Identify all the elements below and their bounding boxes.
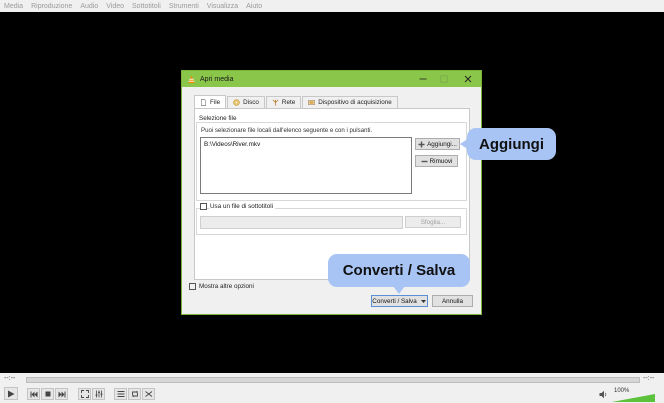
remove-file-button[interactable]: Rimuovi [415, 155, 458, 167]
close-button[interactable] [456, 71, 480, 87]
subtitles-browse-button: Sfoglia... [405, 216, 461, 228]
menu-view[interactable]: Visualizza [203, 3, 242, 10]
menu-subtitles[interactable]: Sottotitoli [128, 3, 165, 10]
menu-audio[interactable]: Audio [76, 3, 102, 10]
callout-add: Aggiungi [467, 128, 556, 160]
subtitles-checkbox[interactable] [200, 203, 207, 210]
menu-media[interactable]: Media [0, 3, 27, 10]
dropdown-arrow-icon [420, 299, 426, 303]
previous-button[interactable] [27, 388, 40, 400]
convert-save-button[interactable]: Converti / Salva [371, 295, 428, 307]
menu-tools[interactable]: Strumenti [165, 3, 203, 10]
plus-icon [418, 141, 425, 147]
stop-button[interactable] [41, 388, 54, 400]
subtitles-path-field [200, 216, 403, 229]
maximize-button[interactable] [432, 71, 456, 87]
show-more-options-checkbox[interactable] [189, 283, 196, 290]
fullscreen-icon [80, 390, 89, 398]
play-icon [8, 390, 15, 397]
tab-disc[interactable]: Disco [227, 96, 265, 108]
fullscreen-button[interactable] [78, 388, 91, 400]
file-list[interactable]: B:\Videos\River.mkv [200, 137, 412, 194]
playlist-icon [117, 391, 124, 397]
file-selection-label: Selezione file [199, 115, 237, 122]
dialog-titlebar[interactable]: Apri media [182, 71, 481, 87]
loop-icon [131, 390, 138, 398]
tab-file-label: File [210, 98, 221, 106]
add-file-button[interactable]: Aggiungi... [415, 138, 460, 150]
capture-device-icon [308, 100, 316, 105]
seek-bar-row: --:-- --:-- [0, 373, 664, 385]
cancel-label: Annulla [441, 297, 463, 305]
callout-add-text: Aggiungi [479, 135, 544, 153]
show-more-options-label: Mostra altre opzioni [199, 283, 254, 290]
callout-add-pointer [460, 138, 469, 150]
close-icon [464, 75, 472, 83]
minus-icon [421, 160, 428, 162]
file-selection-description: Puoi selezionare file locali dall'elenco… [201, 127, 373, 134]
play-button[interactable] [4, 387, 18, 400]
tab-capture-device[interactable]: Dispositivo di acquisizione [302, 96, 398, 108]
tab-capture-device-label: Dispositivo di acquisizione [318, 99, 392, 106]
add-file-label: Aggiungi... [427, 140, 457, 148]
next-button[interactable] [55, 388, 68, 400]
shuffle-button[interactable] [142, 388, 155, 400]
menu-bar: Media Riproduzione Audio Video Sottotito… [0, 0, 664, 12]
menu-video[interactable]: Video [102, 3, 128, 10]
menu-help[interactable]: Aiuto [242, 3, 266, 10]
seek-slider[interactable] [26, 377, 640, 383]
elapsed-time: --:-- [4, 375, 16, 382]
equalizer-icon [95, 390, 102, 398]
tab-file[interactable]: File [194, 95, 227, 108]
playlist-button[interactable] [114, 388, 127, 400]
convert-save-label: Converti / Salva [372, 297, 417, 305]
next-icon [58, 391, 65, 397]
disc-icon [233, 99, 240, 106]
volume-slider[interactable] [612, 394, 655, 402]
playback-controls: 100% [0, 385, 664, 403]
tab-network-label: Rete [281, 99, 296, 106]
callout-convert-text: Converti / Salva [342, 262, 456, 279]
remove-file-label: Rimuovi [429, 157, 453, 165]
stop-icon [45, 391, 50, 397]
shuffle-icon [144, 391, 152, 397]
tab-network[interactable]: Rete [265, 96, 302, 108]
file-icon [201, 98, 206, 106]
file-list-item[interactable]: B:\Videos\River.mkv [201, 138, 411, 151]
source-tabs: File Disco Rete Dispositivo di acquisizi… [194, 95, 399, 108]
total-time: --:-- [643, 375, 655, 382]
subtitles-browse-label: Sfoglia... [420, 218, 446, 226]
network-icon [272, 99, 279, 106]
vlc-cone-icon [188, 74, 195, 83]
previous-icon [30, 391, 37, 397]
speaker-icon[interactable] [599, 390, 608, 399]
subtitles-checkbox-label: Usa un file di sottotitoli [210, 203, 275, 210]
maximize-icon [440, 75, 448, 83]
menu-playback[interactable]: Riproduzione [27, 3, 76, 10]
callout-convert-pointer [393, 286, 405, 294]
tab-disc-label: Disco [243, 99, 259, 106]
minimize-icon [419, 78, 427, 80]
loop-button[interactable] [128, 388, 141, 400]
extended-settings-button[interactable] [92, 388, 105, 400]
cancel-button[interactable]: Annulla [432, 295, 473, 307]
dialog-title: Apri media [200, 75, 234, 83]
callout-convert: Converti / Salva [328, 254, 470, 287]
